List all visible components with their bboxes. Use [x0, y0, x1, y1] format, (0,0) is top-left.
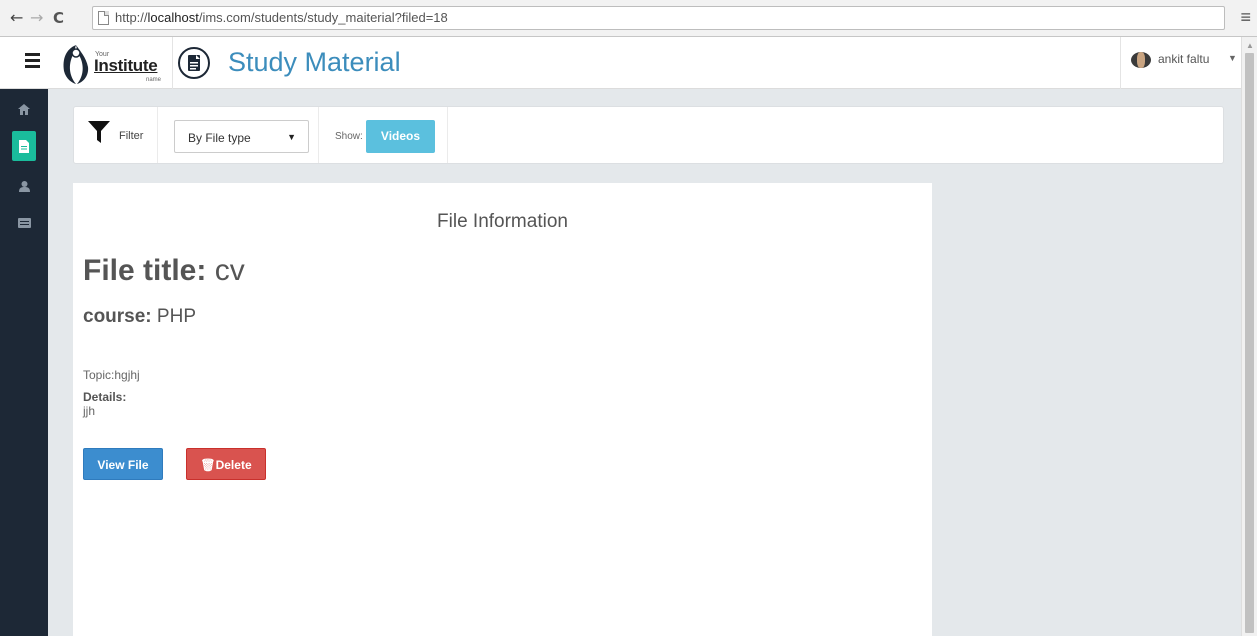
videos-button[interactable]: Videos [366, 120, 435, 153]
institute-logo[interactable]: Your Institute name [60, 41, 172, 85]
sidebar-item-list[interactable] [12, 211, 36, 235]
show-label: Show: [335, 131, 363, 142]
view-file-button[interactable]: View File [83, 448, 163, 480]
header-divider [172, 37, 173, 89]
file-type-select[interactable]: By File type ▼ [174, 120, 309, 153]
list-icon [17, 218, 31, 228]
delete-button[interactable]: 🗑Delete [186, 448, 266, 480]
details-label: Details: [83, 390, 127, 404]
file-icon [19, 139, 29, 153]
details-value: jjh [83, 404, 96, 418]
filter-bar: Filter By File type ▼ Show: Videos [73, 106, 1224, 164]
file-info-card: File Information File title: cv course: … [73, 183, 932, 636]
file-title-value: cv [214, 254, 245, 287]
document-icon [178, 47, 210, 79]
forward-arrow-icon[interactable]: → [30, 9, 43, 27]
back-arrow-icon[interactable]: ← [10, 9, 23, 27]
course-label: course: [83, 306, 152, 327]
logo-bottom-text: name [146, 77, 162, 83]
logo-main-text: Institute [94, 56, 158, 75]
sidebar-item-profile[interactable] [12, 174, 36, 198]
user-menu[interactable]: ankit faltu ▼ [1120, 37, 1241, 89]
delete-button-label: Delete [215, 458, 252, 472]
sidebar [0, 89, 48, 636]
divider [447, 107, 448, 163]
filter-label: Filter [119, 130, 144, 142]
topic: Topic:hgjhj [83, 368, 140, 382]
file-title-label: File title: [83, 254, 207, 287]
divider [157, 107, 158, 163]
filter-icon [88, 121, 110, 143]
hamburger-menu-icon[interactable] [25, 53, 40, 68]
course-value: PHP [156, 306, 196, 327]
user-name: ankit faltu [1158, 52, 1210, 66]
address-bar[interactable]: http://localhost/ims.com/students/study_… [92, 6, 1225, 30]
home-icon [18, 103, 30, 115]
scroll-thumb[interactable] [1245, 53, 1254, 633]
divider [318, 107, 319, 163]
reload-icon[interactable]: C [53, 9, 64, 27]
page-icon [98, 11, 109, 25]
scrollbar[interactable]: ▲ [1241, 37, 1257, 636]
caret-down-icon: ▼ [1228, 53, 1237, 63]
logo-mark-icon [63, 45, 89, 84]
sidebar-item-home[interactable] [12, 97, 36, 121]
app-header: Your Institute name Study Material ankit… [0, 37, 1241, 89]
card-heading: File Information [437, 211, 568, 232]
browser-menu-icon[interactable]: ≡ [1240, 8, 1251, 26]
url-text[interactable]: http://localhost/ims.com/students/study_… [115, 10, 448, 26]
course: course: PHP [83, 306, 196, 328]
sidebar-item-study-material[interactable] [12, 131, 36, 161]
trash-icon: 🗑 [200, 458, 216, 472]
file-type-select-value: By File type [188, 131, 251, 145]
page-title: Study Material [228, 47, 401, 77]
chevron-down-icon: ▼ [287, 132, 296, 142]
scroll-up-icon[interactable]: ▲ [1246, 41, 1254, 50]
file-title: File title: cv [83, 254, 245, 288]
user-icon [18, 180, 30, 192]
avatar [1131, 52, 1151, 68]
browser-toolbar: ← → C http://localhost/ims.com/students/… [0, 0, 1257, 37]
